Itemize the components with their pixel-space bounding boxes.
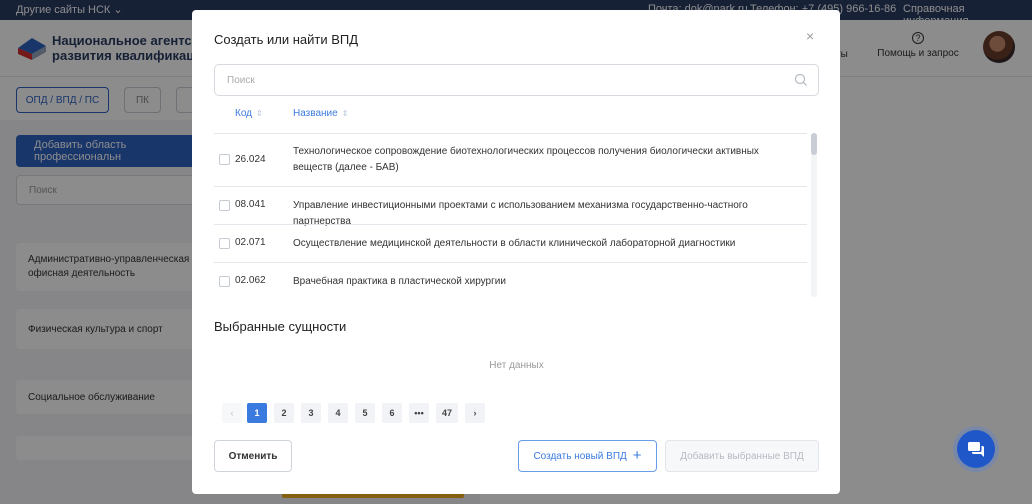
scrollbar-thumb[interactable] (811, 133, 817, 155)
row-code: 08.041 (235, 199, 266, 210)
row-checkbox[interactable] (219, 154, 230, 165)
close-icon[interactable]: × (806, 28, 814, 44)
page-button[interactable]: 5 (355, 403, 375, 423)
cancel-button[interactable]: Отменить (214, 440, 292, 472)
column-name-label: Название (293, 108, 338, 119)
table-row[interactable]: 08.041 Управление инвестиционными проект… (214, 186, 807, 227)
column-header-name[interactable]: Название ⇕ (293, 108, 348, 119)
no-data-text: Нет данных (489, 360, 544, 371)
page-button[interactable]: 1 (247, 403, 267, 423)
chat-button[interactable] (957, 430, 995, 468)
row-name: Осуществление медицинской деятельности в… (293, 238, 736, 249)
modal-title: Создать или найти ВПД (214, 32, 359, 47)
table-row[interactable]: 26.024 Технологическое сопровождение био… (214, 133, 807, 186)
row-checkbox[interactable] (219, 238, 230, 249)
search-icon[interactable] (794, 73, 808, 87)
add-selected-vpd-button[interactable]: Добавить выбранные ВПД (665, 440, 819, 472)
table-scrollbar[interactable] (811, 133, 817, 297)
row-checkbox[interactable] (219, 200, 230, 211)
page-button[interactable]: 47 (436, 403, 458, 423)
page-button[interactable]: 2 (274, 403, 294, 423)
column-code-label: Код (235, 108, 253, 119)
column-header-code[interactable]: Код ⇕ (235, 108, 263, 119)
modal-search-input[interactable] (215, 65, 775, 95)
create-find-vpd-modal: Создать или найти ВПД × Код ⇕ Название ⇕… (192, 10, 840, 494)
modal-search (214, 64, 819, 96)
chat-icon (968, 441, 984, 457)
create-new-vpd-button[interactable]: Создать новый ВПД + (518, 440, 657, 472)
row-name: Врачебная практика в пластической хирург… (293, 276, 506, 287)
row-code: 02.062 (235, 275, 266, 286)
table-row[interactable]: 02.071 Осуществление медицинской деятель… (214, 224, 807, 262)
sort-icon: ⇕ (256, 109, 263, 118)
row-code: 02.071 (235, 237, 266, 248)
page-ellipsis[interactable]: ••• (409, 403, 429, 423)
plus-icon: + (632, 447, 642, 464)
row-name: Технологическое сопровождение биотехноло… (293, 146, 759, 173)
row-checkbox[interactable] (219, 276, 230, 287)
page-button[interactable]: 6 (382, 403, 402, 423)
create-button-label: Создать новый ВПД (533, 450, 627, 462)
page-button[interactable]: 3 (301, 403, 321, 423)
sort-icon: ⇕ (341, 109, 349, 118)
pagination-next-icon[interactable]: › (465, 403, 485, 423)
vpd-table: 26.024 Технологическое сопровождение био… (214, 133, 814, 297)
selected-entities-title: Выбранные сущности (214, 319, 347, 334)
pagination-prev-icon[interactable]: ‹ (222, 403, 242, 423)
table-row[interactable]: 02.062 Врачебная практика в пластической… (214, 262, 807, 297)
row-code: 26.024 (235, 154, 266, 165)
page-button[interactable]: 4 (328, 403, 348, 423)
